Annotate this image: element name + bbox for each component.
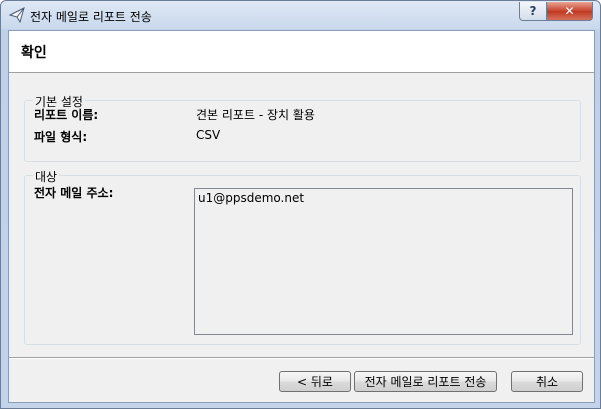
divider [9,357,594,359]
email-address-value: u1@ppsdemo.net [198,191,305,205]
title-bar[interactable]: 전자 메일로 리포트 전송 ? ✕ [1,1,600,31]
report-name-label: 리포트 이름: [34,108,99,122]
target-label: 대상 [33,168,60,185]
cancel-button[interactable]: 취소 [511,371,583,392]
email-address-field[interactable]: u1@ppsdemo.net [194,188,573,335]
report-name-value: 견본 리포트 - 장치 활용 [196,108,315,122]
close-button[interactable]: ✕ [546,2,593,21]
back-button[interactable]: < 뒤로 [279,371,351,392]
file-format-value: CSV [196,128,221,142]
window-title: 전자 메일로 리포트 전송 [30,10,152,24]
paper-plane-icon [8,7,25,24]
help-button[interactable]: ? [519,2,547,21]
dialog-window: 전자 메일로 리포트 전송 ? ✕ 확인 기본 설정 리포트 이름: 견본 리포… [0,0,601,409]
header-panel: 확인 [9,31,594,73]
dialog-client-area: 확인 기본 설정 리포트 이름: 견본 리포트 - 장치 활용 파일 형식: C… [8,30,595,403]
email-address-label: 전자 메일 주소: [34,186,114,200]
file-format-label: 파일 형식: [34,130,88,144]
send-report-button[interactable]: 전자 메일로 리포트 전송 [354,371,497,392]
page-title: 확인 [21,45,47,61]
